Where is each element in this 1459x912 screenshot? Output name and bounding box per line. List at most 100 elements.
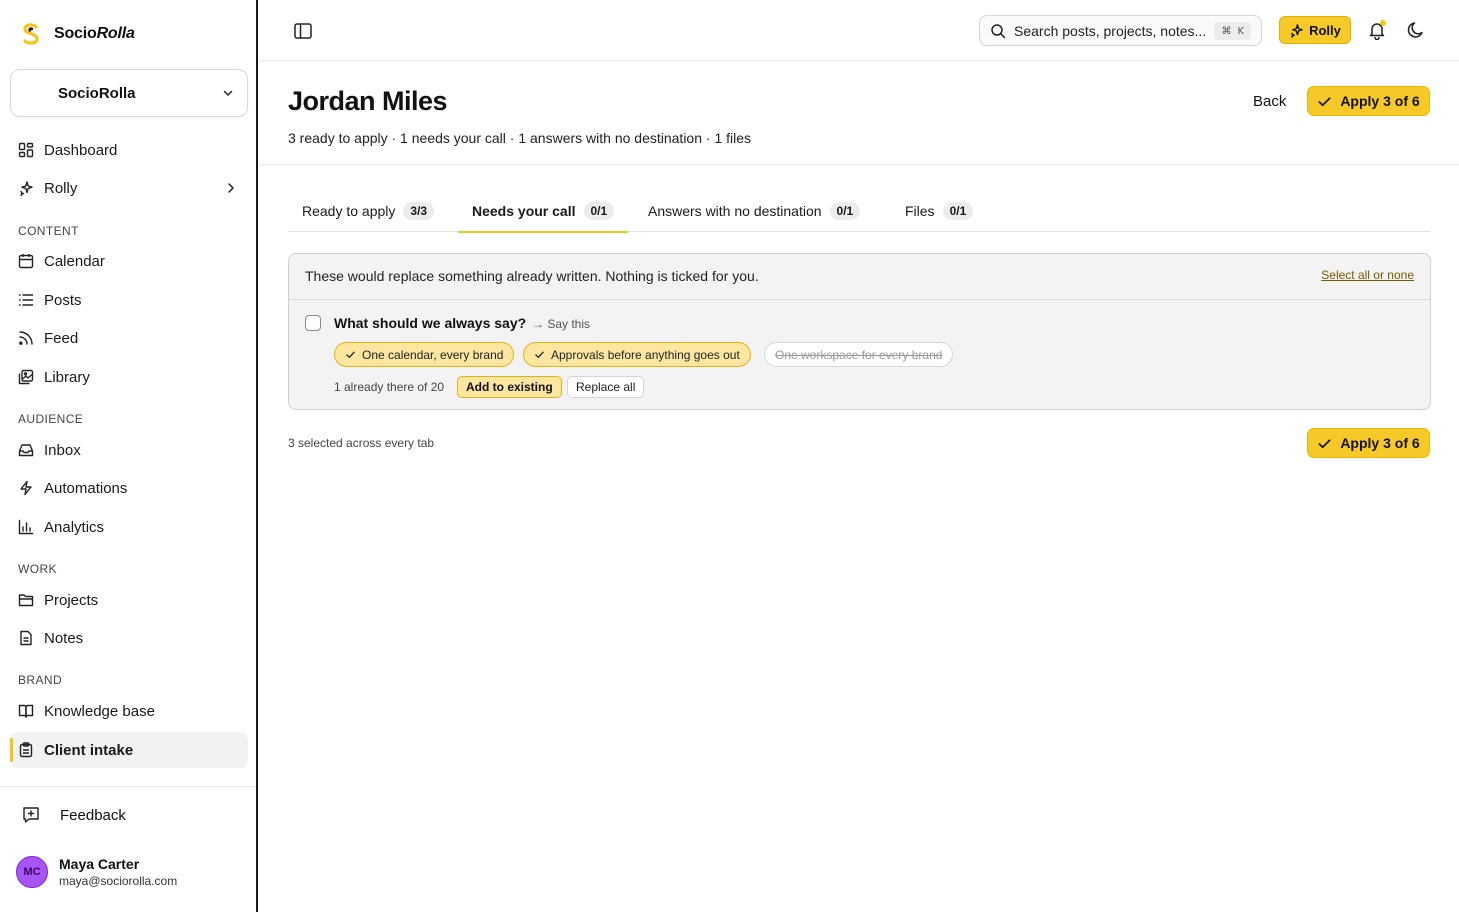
rolly-button-label: Rolly bbox=[1309, 22, 1341, 38]
rolly-button[interactable]: Rolly bbox=[1279, 16, 1351, 44]
back-button[interactable]: Back bbox=[1240, 86, 1299, 116]
feedback-label: Feedback bbox=[60, 806, 126, 824]
nav-automations[interactable]: Automations bbox=[10, 470, 248, 506]
section-work: WORK bbox=[18, 562, 57, 576]
page-subtitle: 3 ready to apply · 1 needs your call · 1… bbox=[288, 130, 752, 146]
book-icon bbox=[18, 704, 34, 718]
sparkles-icon bbox=[20, 181, 33, 196]
needs-call-card: These would replace something already wr… bbox=[288, 253, 1431, 410]
tab-ready-to-apply[interactable]: Ready to apply 3/3 bbox=[288, 190, 448, 232]
question-label: What should we always say? bbox=[334, 315, 527, 331]
list-icon bbox=[18, 294, 34, 306]
tab-count: 0/1 bbox=[942, 202, 974, 220]
document-icon bbox=[20, 630, 32, 646]
user-email: maya@sociorolla.com bbox=[59, 874, 178, 888]
section-content: CONTENT bbox=[18, 224, 79, 238]
tab-files[interactable]: Files 0/1 bbox=[891, 190, 987, 232]
apply-button-bottom-label: Apply 3 of 6 bbox=[1340, 435, 1420, 451]
nav-inbox[interactable]: Inbox bbox=[10, 432, 248, 468]
review-tabs: Ready to apply 3/3 Needs your call 0/1 A… bbox=[288, 190, 1430, 233]
nav-analytics[interactable]: Analytics bbox=[10, 509, 248, 545]
apply-button-bottom[interactable]: Apply 3 of 6 bbox=[1307, 428, 1430, 458]
user-name: Maya Carter bbox=[59, 856, 140, 872]
nav-rolly-label: Rolly bbox=[44, 179, 78, 197]
sidebar-toggle-icon[interactable] bbox=[293, 21, 313, 41]
question-checkbox[interactable] bbox=[305, 315, 321, 331]
avatar: MC bbox=[16, 856, 48, 888]
workspace-select[interactable]: SocioRolla bbox=[10, 69, 248, 117]
nav-posts[interactable]: Posts bbox=[10, 282, 248, 318]
tab-count: 0/1 bbox=[829, 202, 861, 220]
answer-chip-existing[interactable]: One workspace for every brand bbox=[764, 342, 954, 367]
message-plus-icon bbox=[23, 807, 39, 823]
nav-projects[interactable]: Projects bbox=[10, 582, 248, 618]
tab-label: Files bbox=[905, 203, 935, 219]
nav-library[interactable]: Library bbox=[10, 359, 248, 395]
brand-name: SocioRolla bbox=[54, 25, 135, 42]
folder-icon bbox=[18, 594, 34, 607]
brand-logo-link[interactable]: SocioRolla bbox=[20, 22, 135, 46]
tab-label: Answers with no destination bbox=[648, 203, 822, 219]
search-shortcut: ⌘ K bbox=[1214, 22, 1251, 40]
moon-icon[interactable] bbox=[1406, 20, 1426, 40]
check-icon bbox=[1318, 96, 1331, 106]
sidebar-divider bbox=[0, 786, 256, 787]
apply-button-top-label: Apply 3 of 6 bbox=[1340, 93, 1420, 109]
nav-inbox-label: Inbox bbox=[44, 441, 81, 459]
apply-button-top[interactable]: Apply 3 of 6 bbox=[1307, 86, 1430, 116]
calendar-icon bbox=[18, 254, 34, 269]
selection-summary: 3 selected across every tab bbox=[288, 436, 435, 450]
feedback-button[interactable]: Feedback bbox=[22, 806, 126, 824]
nav-knowledge-base-label: Knowledge base bbox=[44, 702, 155, 720]
nav-rolly[interactable]: Rolly bbox=[10, 170, 248, 206]
nav-client-intake-label: Client intake bbox=[44, 741, 134, 759]
nav-library-label: Library bbox=[44, 368, 90, 386]
page-title: Jordan Miles bbox=[288, 86, 448, 116]
nav-notes-label: Notes bbox=[44, 629, 84, 647]
search-placeholder: Search posts, projects, notes... bbox=[1014, 22, 1207, 39]
sociorolla-logo-icon bbox=[23, 23, 39, 45]
question-hint: → Say this bbox=[532, 317, 591, 331]
answer-chip[interactable]: Approvals before anything goes out bbox=[523, 342, 751, 367]
search-bar[interactable]: Search posts, projects, notes... ⌘ K bbox=[979, 15, 1262, 46]
card-header: These would replace something already wr… bbox=[289, 254, 1430, 300]
header-divider bbox=[260, 164, 1459, 165]
tab-count: 0/1 bbox=[583, 202, 615, 220]
replace-all-button[interactable]: Replace all bbox=[567, 376, 645, 398]
user-menu[interactable]: MC Maya Carter maya@sociorolla.com bbox=[16, 856, 177, 888]
card-header-text: These would replace something already wr… bbox=[305, 268, 759, 284]
nav-feed[interactable]: Feed bbox=[10, 320, 248, 356]
nav-client-intake[interactable]: Client intake bbox=[10, 732, 248, 768]
nav-dashboard-label: Dashboard bbox=[44, 141, 118, 159]
answer-chip[interactable]: One calendar, every brand bbox=[334, 342, 515, 367]
nav-calendar-label: Calendar bbox=[44, 252, 105, 270]
nav-notes[interactable]: Notes bbox=[10, 620, 248, 656]
workspace-label: SocioRolla bbox=[58, 84, 136, 102]
section-audience: AUDIENCE bbox=[18, 412, 84, 426]
check-icon bbox=[1318, 438, 1331, 448]
clipboard-icon bbox=[19, 742, 33, 758]
chevron-down-icon bbox=[223, 90, 233, 96]
check-icon bbox=[535, 351, 544, 358]
topbar: Search posts, projects, notes... ⌘ K Roll… bbox=[260, 0, 1459, 61]
nav-knowledge-base[interactable]: Knowledge base bbox=[10, 693, 248, 729]
add-to-existing-button[interactable]: Add to existing bbox=[457, 376, 562, 398]
existing-count: 1 already there of 20 bbox=[334, 380, 445, 394]
section-brand: BRAND bbox=[18, 673, 63, 687]
sparkles-icon bbox=[1291, 23, 1303, 38]
nav-dashboard[interactable]: Dashboard bbox=[10, 132, 248, 168]
tab-count: 3/3 bbox=[403, 202, 435, 220]
image-library-icon bbox=[18, 369, 34, 385]
tab-answers-no-destination[interactable]: Answers with no destination 0/1 bbox=[634, 190, 874, 232]
inbox-icon bbox=[18, 444, 34, 457]
sidebar: SocioRolla SocioRolla Dashboard Rolly CO… bbox=[0, 0, 258, 912]
tab-needs-your-call[interactable]: Needs your call 0/1 bbox=[458, 190, 629, 233]
tab-label: Ready to apply bbox=[302, 203, 396, 219]
notification-dot bbox=[1380, 20, 1386, 26]
nav-calendar[interactable]: Calendar bbox=[10, 243, 248, 279]
check-icon bbox=[346, 351, 355, 358]
tab-label: Needs your call bbox=[472, 203, 576, 219]
nav-posts-label: Posts bbox=[44, 291, 82, 309]
select-all-link[interactable]: Select all or none bbox=[1321, 268, 1414, 282]
nav-analytics-label: Analytics bbox=[44, 518, 105, 536]
